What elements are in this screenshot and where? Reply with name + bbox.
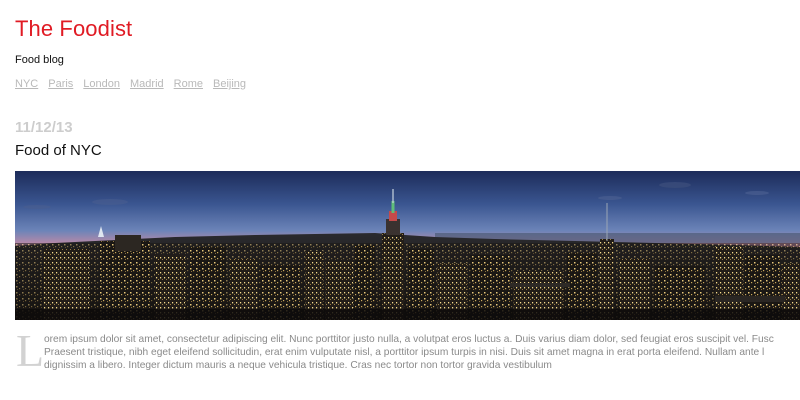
nav-link-beijing[interactable]: Beijing <box>213 78 246 90</box>
nyc-skyline-image <box>15 171 800 320</box>
nav-link-madrid[interactable]: Madrid <box>130 78 164 90</box>
dropcap-letter: L <box>16 325 45 376</box>
post-date: 11/12/13 <box>15 119 73 136</box>
skyline-illustration <box>15 171 800 320</box>
site-title[interactable]: The Foodist <box>15 16 132 42</box>
city-nav: NYC Paris London Madrid Rome Beijing <box>15 78 246 90</box>
post-body-line: Praesent tristique, nibh eget eleifend s… <box>44 347 765 358</box>
page: The Foodist Food blog NYC Paris London M… <box>0 0 800 400</box>
post-body: orem ipsum dolor sit amet, consectetur a… <box>44 333 800 372</box>
post-body-line: orem ipsum dolor sit amet, consectetur a… <box>44 334 774 345</box>
nav-link-rome[interactable]: Rome <box>174 78 203 90</box>
nav-link-paris[interactable]: Paris <box>48 78 73 90</box>
nav-link-london[interactable]: London <box>83 78 120 90</box>
post-title[interactable]: Food of NYC <box>15 142 102 159</box>
nav-link-nyc[interactable]: NYC <box>15 78 38 90</box>
post-body-line: dignissim a libero. Integer dictum mauri… <box>44 360 552 371</box>
site-tagline: Food blog <box>15 54 64 66</box>
